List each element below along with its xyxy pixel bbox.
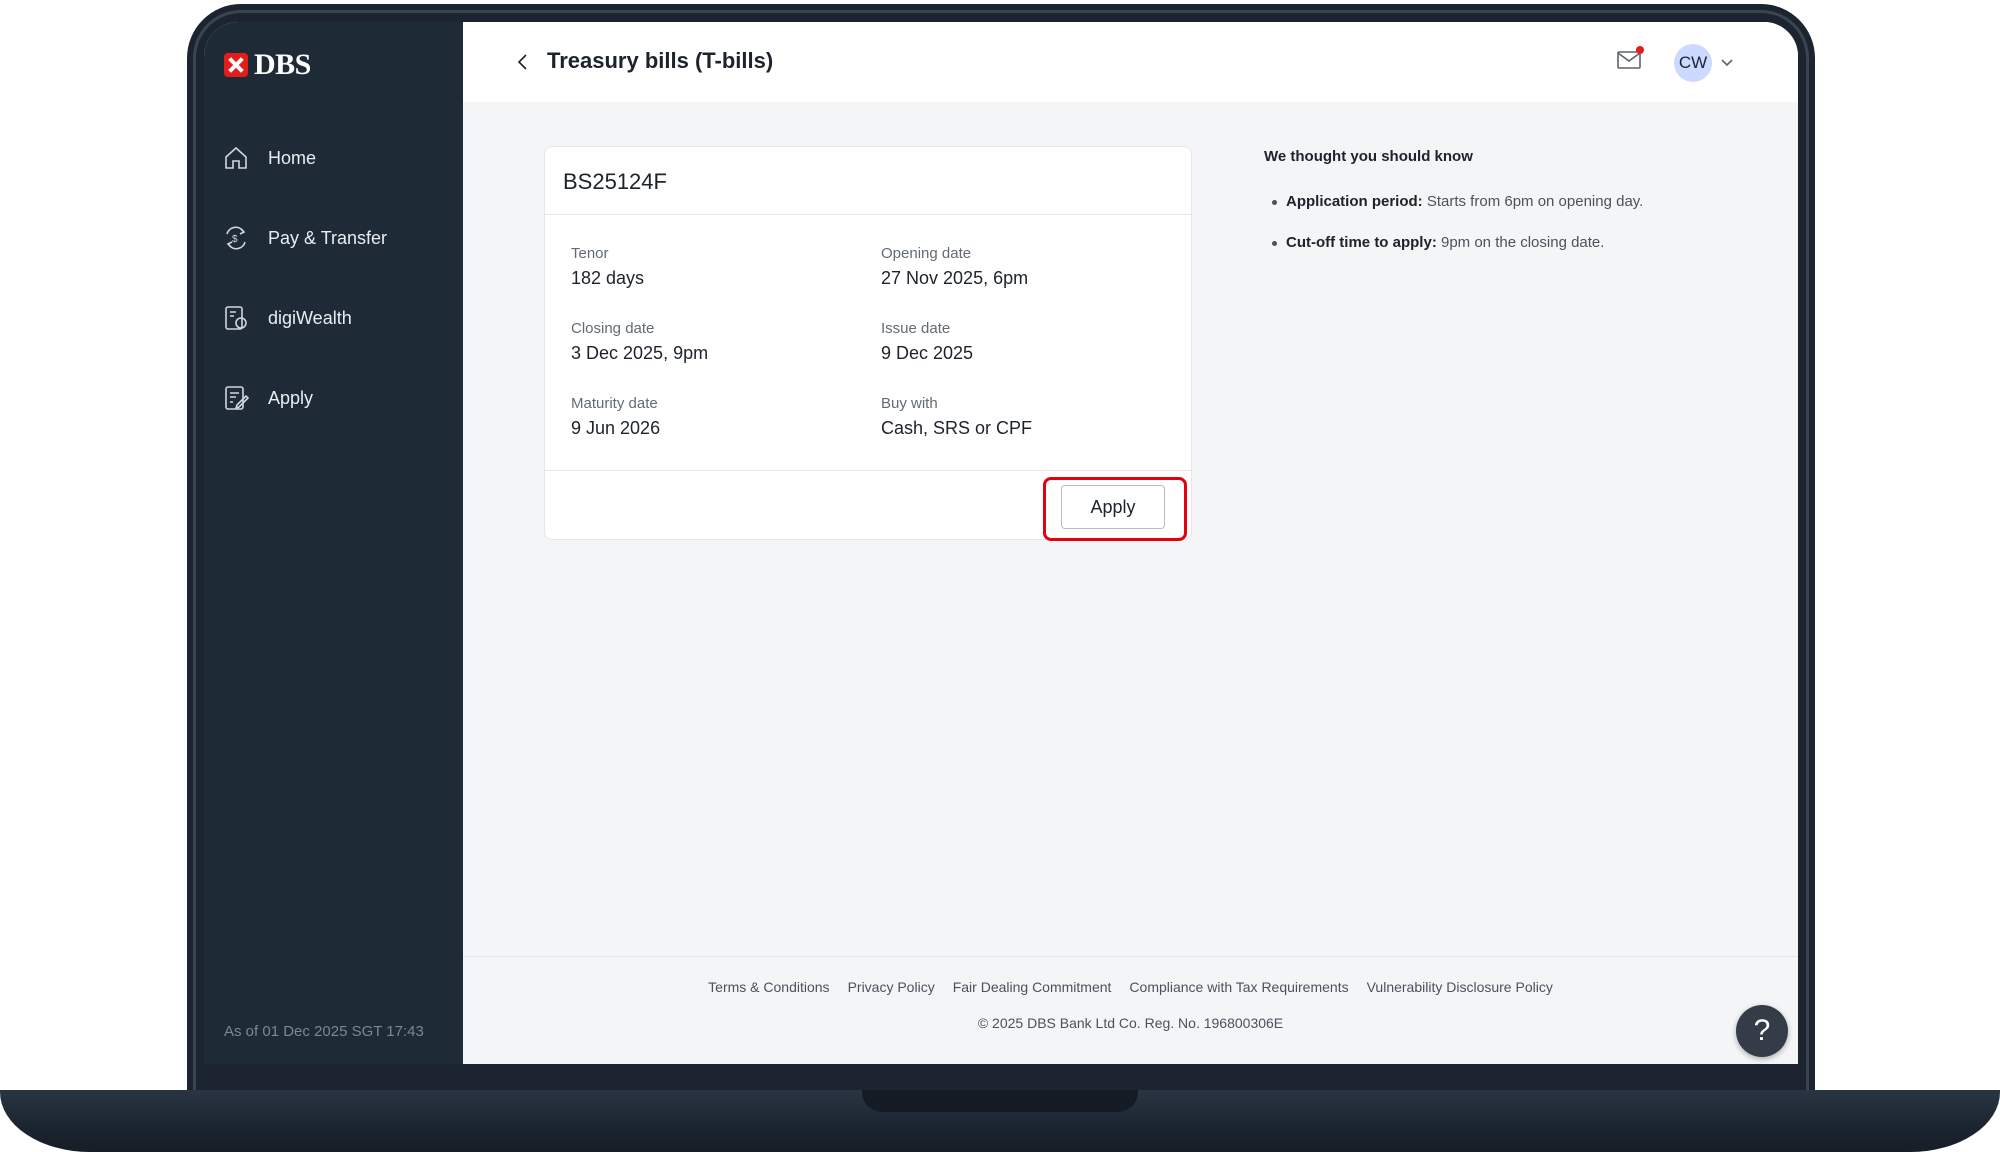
top-bar: Treasury bills (T-bills) CW (463, 22, 1798, 102)
info-item-cutoff-time: Cut-off time to apply: 9pm on the closin… (1264, 234, 1724, 251)
field-label: Maturity date (571, 395, 658, 412)
sidebar-item-label: Home (268, 147, 317, 168)
field-maturity-date: Maturity date 9 Jun 2026 (571, 395, 871, 439)
info-title: We thought you should know (1264, 148, 1473, 165)
field-opening-date: Opening date 27 Nov 2025, 6pm (881, 245, 1181, 289)
field-issue-date: Issue date 9 Dec 2025 (881, 320, 1181, 364)
dbs-logo-icon (224, 53, 248, 77)
field-label: Tenor (571, 245, 609, 262)
info-item-text: 9pm on the closing date. (1436, 234, 1605, 251)
field-value: 27 Nov 2025, 6pm (881, 268, 1029, 288)
tbill-details: Tenor 182 days Opening date 27 Nov 2025,… (545, 215, 1191, 471)
copyright: © 2025 DBS Bank Ltd Co. Reg. No. 1968003… (977, 1015, 1284, 1031)
field-value: 9 Dec 2025 (881, 343, 974, 363)
footer-link-tax-compliance[interactable]: Compliance with Tax Requirements (1129, 979, 1348, 995)
info-list: Application period: Starts from 6pm on o… (1264, 193, 1724, 251)
footer: Terms & Conditions Privacy Policy Fair D… (463, 956, 1798, 1064)
tbill-code: BS25124F (545, 147, 1191, 215)
field-label: Issue date (881, 320, 951, 337)
field-value: 3 Dec 2025, 9pm (571, 343, 709, 363)
dbs-logo[interactable]: DBS (224, 48, 311, 82)
tbill-card: BS25124F Tenor 182 days Opening date 27 … (544, 146, 1192, 541)
field-label: Closing date (571, 320, 655, 337)
field-value: 9 Jun 2026 (571, 418, 661, 438)
info-item-bold: Cut-off time to apply: (1286, 234, 1437, 251)
laptop-base (0, 1090, 2000, 1152)
sidebar-item-apply[interactable]: Apply (222, 358, 452, 438)
svg-text:$: $ (232, 234, 238, 245)
footer-link-privacy[interactable]: Privacy Policy (848, 979, 935, 995)
avatar[interactable]: CW (1674, 44, 1712, 82)
field-value: Cash, SRS or CPF (881, 418, 1033, 438)
info-item-text: Starts from 6pm on opening day. (1422, 193, 1644, 210)
field-buy-with: Buy with Cash, SRS or CPF (881, 395, 1181, 439)
footer-link-fair-dealing[interactable]: Fair Dealing Commitment (953, 979, 1112, 995)
screen: DBS Home $ Pay & Transfer digiWealth App… (204, 22, 1798, 1064)
field-closing-date: Closing date 3 Dec 2025, 9pm (571, 320, 871, 364)
sidebar-item-label: digiWealth (268, 307, 352, 328)
footer-link-terms[interactable]: Terms & Conditions (708, 979, 829, 995)
back-chevron-icon[interactable] (511, 50, 535, 74)
footer-link-vulnerability[interactable]: Vulnerability Disclosure Policy (1367, 979, 1553, 995)
home-icon (222, 144, 250, 172)
chevron-down-icon[interactable] (1720, 56, 1734, 70)
apply-form-icon (222, 384, 250, 412)
field-tenor: Tenor 182 days (571, 245, 871, 289)
sidebar-item-home[interactable]: Home (222, 118, 452, 198)
apply-button[interactable]: Apply (1061, 485, 1165, 529)
info-item-bold: Application period: (1286, 193, 1423, 210)
as-of-timestamp: As of 01 Dec 2025 SGT 17:43 (224, 1023, 424, 1040)
sidebar-item-pay-transfer[interactable]: $ Pay & Transfer (222, 198, 452, 278)
sidebar-nav: Home $ Pay & Transfer digiWealth Apply (222, 118, 452, 438)
field-value: 182 days (571, 268, 645, 288)
pay-transfer-icon: $ (222, 224, 250, 252)
field-label: Opening date (881, 245, 972, 262)
sidebar-item-label: Apply (268, 387, 314, 408)
digiwealth-icon (222, 304, 250, 332)
page-title: Treasury bills (T-bills) (547, 48, 774, 73)
help-button[interactable]: ? (1736, 1005, 1788, 1057)
footer-links: Terms & Conditions Privacy Policy Fair D… (463, 979, 1798, 995)
info-item-application-period: Application period: Starts from 6pm on o… (1264, 193, 1724, 210)
field-label: Buy with (881, 395, 938, 412)
sidebar: DBS Home $ Pay & Transfer digiWealth App… (204, 22, 463, 1064)
info-panel: We thought you should know Application p… (1264, 148, 1724, 275)
sidebar-item-digiwealth[interactable]: digiWealth (222, 278, 452, 358)
card-actions: Apply (545, 471, 1191, 541)
dbs-logo-text: DBS (254, 48, 311, 81)
notification-dot (1636, 46, 1644, 54)
sidebar-item-label: Pay & Transfer (268, 227, 388, 248)
